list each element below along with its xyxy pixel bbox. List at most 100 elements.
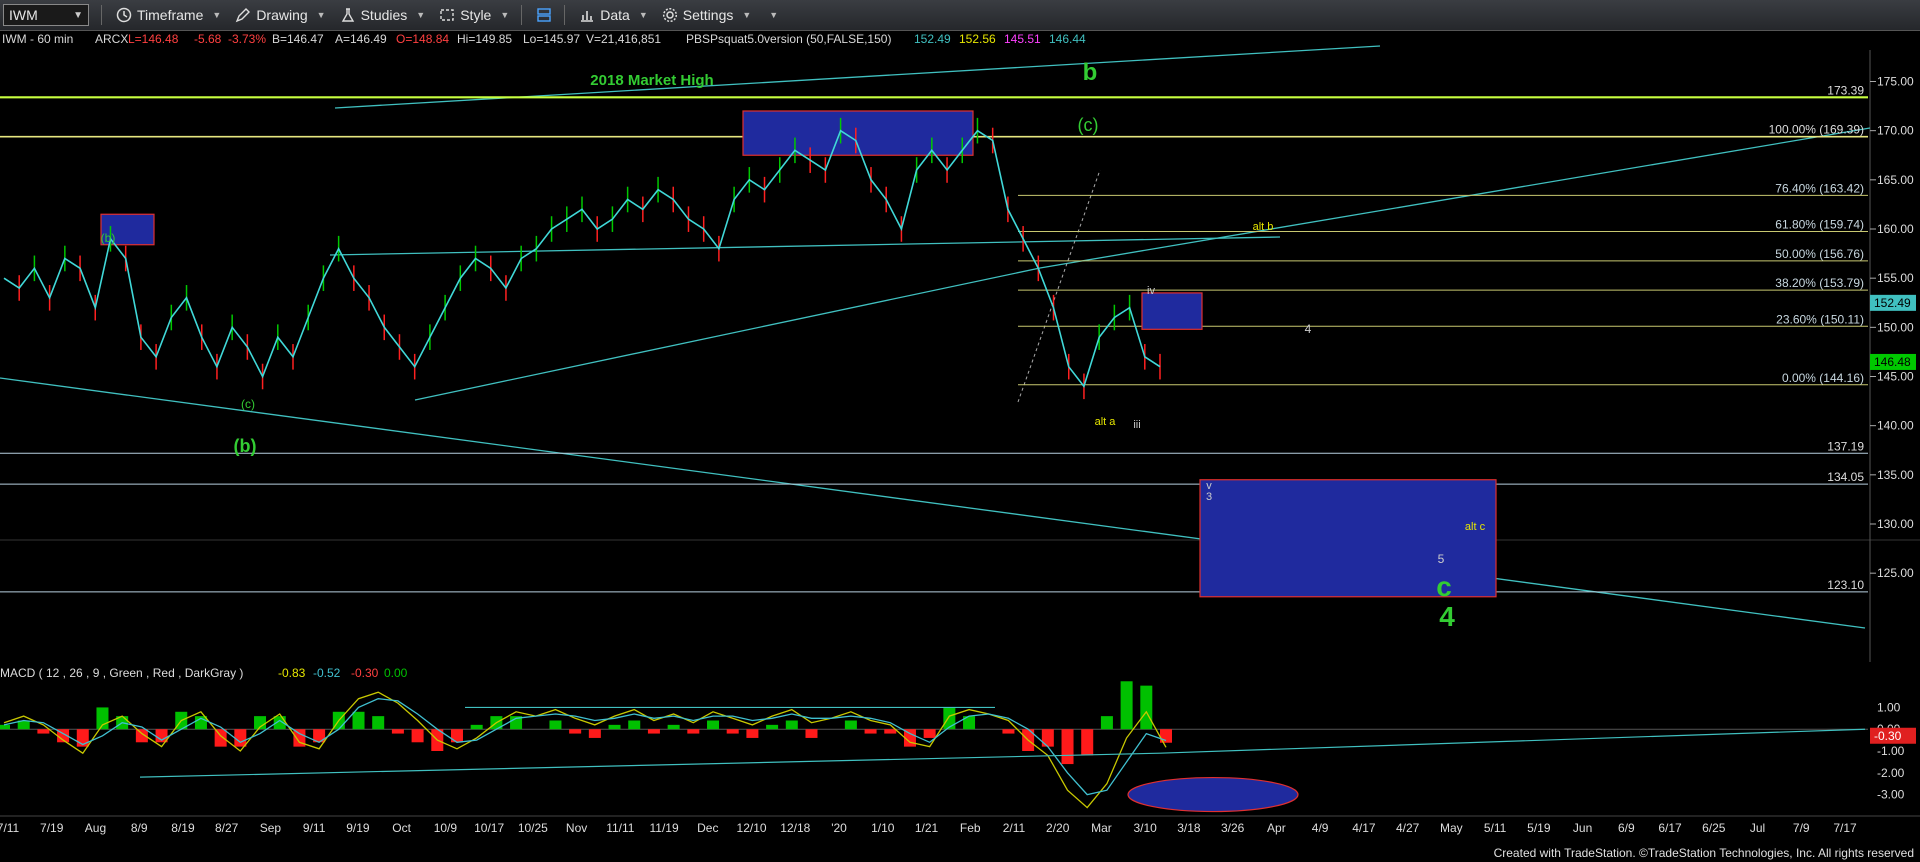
macd-trendline <box>1159 728 1866 754</box>
dropdown-icon: ▼ <box>742 10 752 20</box>
study-value-2: 152.56 <box>959 32 996 46</box>
macd-line <box>3 691 1167 809</box>
macd-histogram-bar <box>667 724 680 730</box>
dropdown-icon: ▼ <box>212 10 222 20</box>
wave-label: (c) <box>1078 115 1099 135</box>
x-tick-label: Mar <box>1091 821 1112 835</box>
chevron-down-icon[interactable]: ▼ <box>73 10 83 21</box>
x-tick-label: Jun <box>1573 821 1592 835</box>
x-tick-label: 1/10 <box>871 821 895 835</box>
macd-histogram-bar <box>1081 729 1094 756</box>
y-tick-label: 140.00 <box>1877 419 1914 433</box>
x-tick-label: 5/19 <box>1527 821 1551 835</box>
macd-y-tick-label: -1.00 <box>1877 744 1905 758</box>
macd-histogram-bar <box>805 729 818 738</box>
level-label: 50.00% (156.76) <box>1775 247 1864 261</box>
style-menu[interactable]: Style ▼ <box>439 7 509 23</box>
retrace-dashed-line <box>1017 169 1101 403</box>
x-tick-label: 9/19 <box>346 821 370 835</box>
x-tick-label: 11/11 <box>606 821 635 835</box>
toolbar-divider <box>521 5 523 25</box>
header-high: Hi=149.85 <box>457 32 512 46</box>
header-open: O=148.84 <box>396 32 449 46</box>
x-tick-label: 3/26 <box>1221 821 1245 835</box>
x-tick-label: 9/11 <box>303 821 326 835</box>
settings-menu[interactable]: Settings ▼ <box>662 7 752 23</box>
macd-histogram-bar <box>1120 681 1133 730</box>
level-label: 100.00% (169.39) <box>1769 123 1864 137</box>
drawing-menu[interactable]: Drawing ▼ <box>235 7 326 23</box>
x-tick-label: 10/9 <box>434 821 458 835</box>
toolbar: IWM ▼ Timeframe ▼ Drawing ▼ Studies ▼ Style… <box>0 0 1920 31</box>
x-tick-label: '20 <box>831 821 847 835</box>
macd-histogram-bar <box>234 729 247 747</box>
x-tick-label: 1/21 <box>915 821 939 835</box>
macd-y-tick-label: 1.00 <box>1877 700 1901 714</box>
macd-histogram-bar <box>588 729 601 738</box>
drawing-label: Drawing <box>256 7 308 23</box>
macd-histogram-bar <box>549 720 562 730</box>
x-tick-label: Dec <box>697 821 718 835</box>
price-tag-label: 152.49 <box>1874 296 1911 310</box>
header-ask: A=146.49 <box>335 32 387 46</box>
macd-legend-value: -0.83 <box>278 666 306 680</box>
macd-histogram-bar <box>608 724 621 730</box>
macd-histogram-bar <box>470 724 483 730</box>
wave-label: 4 <box>1305 322 1312 336</box>
x-tick-label: Sep <box>260 821 282 835</box>
macd-histogram-bar <box>569 729 582 734</box>
pencil-icon <box>236 8 251 23</box>
more-menu[interactable]: ▼ <box>765 10 778 20</box>
macd-histogram-bar <box>726 729 739 734</box>
macd-target-ellipse <box>1127 776 1299 813</box>
symbol-input[interactable]: IWM ▼ <box>3 4 89 26</box>
x-tick-label: 4/9 <box>1312 821 1329 835</box>
x-tick-label: Feb <box>960 821 981 835</box>
wave-label: (c) <box>241 397 255 411</box>
studies-menu[interactable]: Studies ▼ <box>340 7 425 23</box>
timeframe-menu[interactable]: Timeframe ▼ <box>116 7 221 23</box>
x-tick-label: 5/11 <box>1484 821 1507 835</box>
header-low: Lo=145.97 <box>523 32 580 46</box>
x-tick-label: 12/10 <box>737 821 767 835</box>
toolbar-divider <box>564 5 566 25</box>
level-label: 76.40% (163.42) <box>1775 181 1864 195</box>
x-tick-label: Oct <box>392 821 411 835</box>
macd-histogram-bar <box>1140 685 1153 730</box>
price-tag-label: 146.48 <box>1874 355 1911 369</box>
study-value-1: 152.49 <box>914 32 951 46</box>
macd-histogram-bar <box>352 711 365 730</box>
macd-price-tag-label: -0.30 <box>1874 729 1902 743</box>
wave-label: 2018 Market High <box>590 72 713 89</box>
macd-histogram-bar <box>1100 716 1113 730</box>
flask-icon <box>341 8 354 22</box>
timeframe-label: Timeframe <box>137 7 204 23</box>
y-tick-label: 175.00 <box>1877 75 1914 89</box>
macd-trendline <box>139 752 1161 778</box>
study-value-4: 146.44 <box>1049 32 1086 46</box>
data-menu[interactable]: Data ▼ <box>579 7 648 23</box>
wave-label: 4 <box>1439 601 1455 632</box>
x-tick-label: May <box>1440 821 1463 835</box>
x-tick-label: 11/19 <box>650 821 679 835</box>
wave-label: iv <box>1147 285 1155 297</box>
x-tick-label: 2/11 <box>1003 821 1026 835</box>
target-box <box>742 110 974 156</box>
macd-histogram-bar <box>37 729 50 734</box>
chart-area[interactable]: IWM - 60 min ARCX L=146.48 -5.68 -3.73% … <box>0 30 1920 862</box>
x-tick-label: 4/17 <box>1352 821 1376 835</box>
layout-button[interactable] <box>536 7 552 23</box>
bar-chart-icon <box>581 11 594 22</box>
x-tick-label: 10/17 <box>474 821 504 835</box>
header-change: -5.68 <box>194 32 222 46</box>
wave-label: 3 <box>1206 491 1212 503</box>
x-tick-label: 3/18 <box>1177 821 1201 835</box>
macd-y-tick-label: -2.00 <box>1877 766 1905 780</box>
header-exchange: ARCX <box>95 32 128 46</box>
macd-histogram-bar <box>411 729 424 743</box>
study-value-3: 145.51 <box>1004 32 1041 46</box>
price-line <box>3 129 1161 389</box>
target-box <box>1141 292 1203 330</box>
data-label: Data <box>600 7 630 23</box>
header-bid: B=146.47 <box>272 32 324 46</box>
